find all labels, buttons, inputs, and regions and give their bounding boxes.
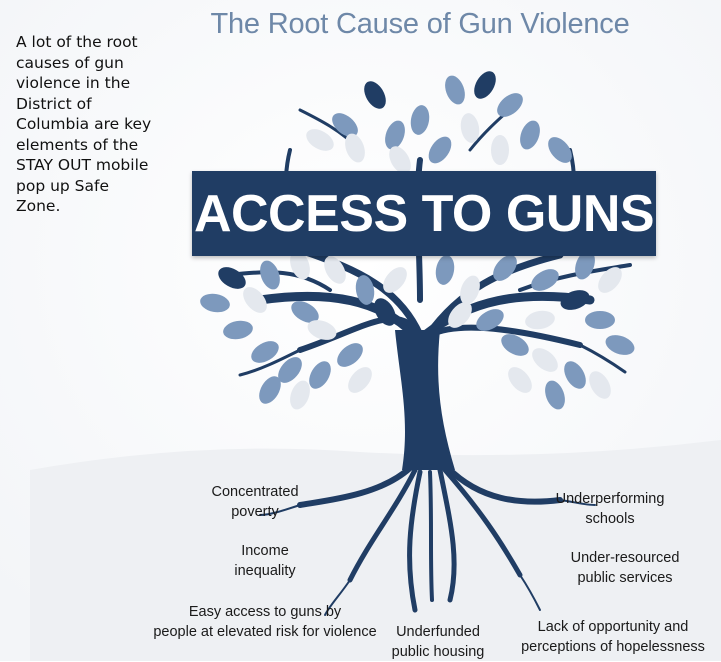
cause-line: poverty [231,504,279,520]
cause-easy-access: Easy access to guns by people at elevate… [130,602,400,642]
side-note-line: STAY OUT mobile [16,156,149,174]
side-note-line: causes of gun [16,53,124,72]
infographic: A lot of the root causes of gun violence… [0,0,721,661]
cause-concentrated-poverty: Concentrated poverty [195,482,315,522]
cause-line: Underperforming [555,491,665,507]
cause-line: public housing [391,644,485,660]
cause-line: Concentrated [211,484,299,500]
side-note-line: pop up Safe [16,176,110,195]
side-note-line: Columbia are key [16,115,152,133]
cause-line: perceptions of hopelessness [521,639,705,655]
cause-line: Lack of opportunity and [537,619,689,635]
side-note-line: elements of the [16,135,139,154]
page-title: The Root Cause of Gun Violence [210,8,630,40]
leaf [491,135,509,165]
cause-under-resourced-services: Under-resourced public services [555,548,695,588]
side-note-line: violence in the [16,74,131,92]
root [428,470,434,602]
cause-underfunded-housing: Underfunded public housing [378,622,498,662]
side-note: A lot of the root causes of gun violence… [16,32,186,217]
cause-line: public services [577,570,673,586]
side-note-line: Zone. [16,197,61,215]
banner-text: ACCESS TO GUNS [193,184,655,243]
cause-line: Underfunded [396,624,480,640]
cause-line: schools [585,511,635,527]
cause-line: Under-resourced [570,550,680,566]
cause-line: people at elevated risk for violence [153,624,377,640]
cause-income-inequality: Income inequality [215,541,315,581]
cause-lack-of-opportunity: Lack of opportunity and perceptions of h… [513,617,713,657]
side-note-line: District of [16,94,92,113]
cause-line: inequality [234,563,296,579]
cause-line: Income [241,543,289,559]
cause-line: Easy access to guns by [188,604,342,620]
banner: ACCESS TO GUNS [192,171,656,256]
leaf [585,311,615,329]
cause-underperforming-schools: Underperforming schools [540,489,680,529]
